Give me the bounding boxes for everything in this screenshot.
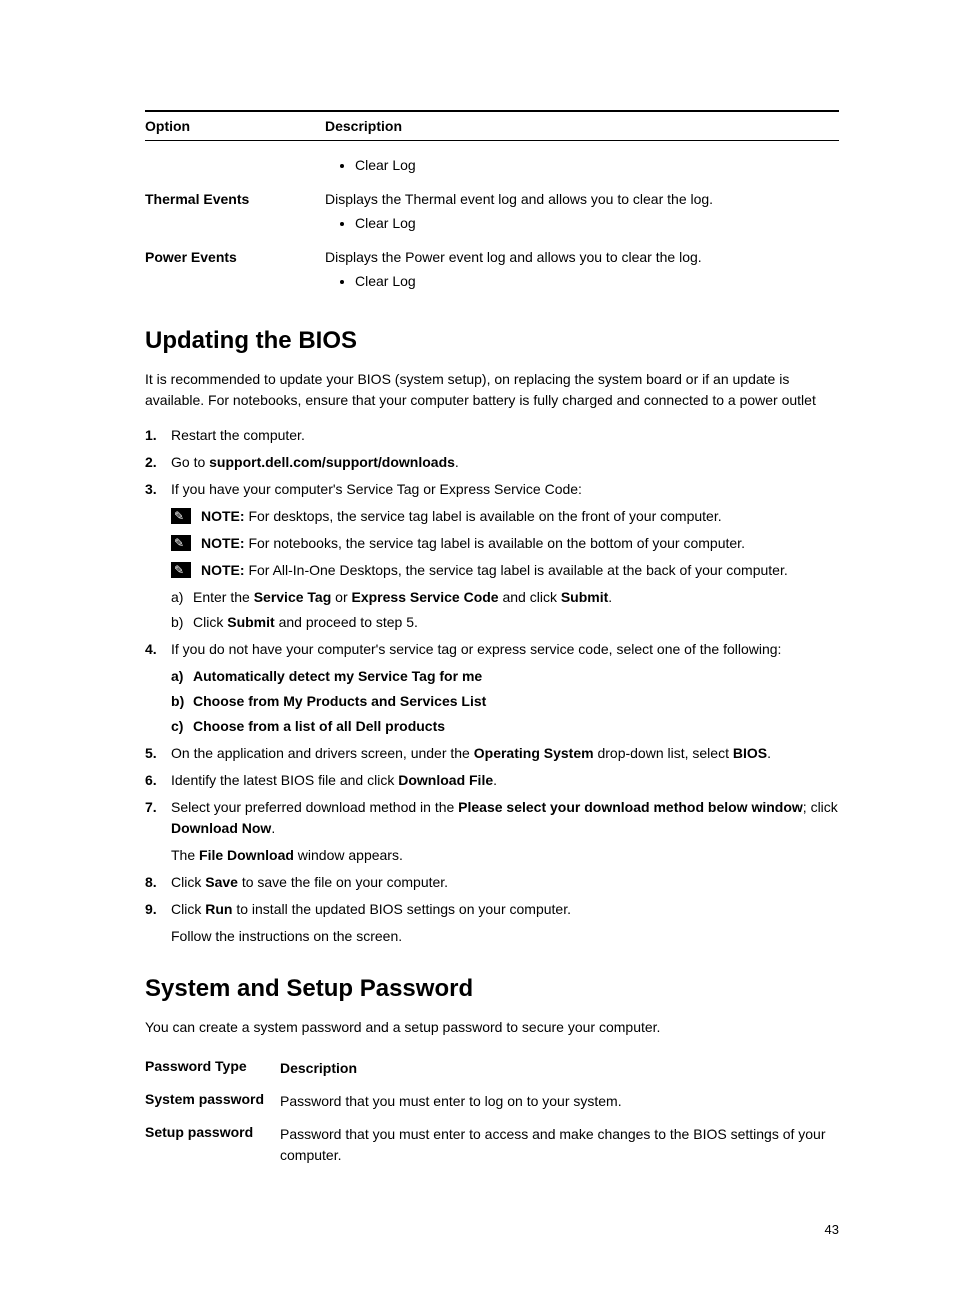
- list-item: Click Save to save the file on your comp…: [171, 872, 839, 893]
- note-icon: [171, 562, 191, 578]
- page-number: 43: [145, 1222, 839, 1237]
- list-item: Select your preferred download method in…: [171, 797, 839, 866]
- bios-steps-list: Restart the computer. Go to support.dell…: [145, 425, 839, 947]
- pwd-type: Setup password: [145, 1124, 280, 1166]
- list-item: Choose from My Products and Services Lis…: [193, 691, 839, 712]
- password-table: Password Type Description System passwor…: [145, 1052, 839, 1172]
- password-intro: You can create a system password and a s…: [145, 1017, 839, 1038]
- note-icon: [171, 535, 191, 551]
- note-block: NOTE: For desktops, the service tag labe…: [171, 506, 839, 527]
- bios-intro: It is recommended to update your BIOS (s…: [145, 369, 839, 411]
- table-header-row: Password Type Description: [145, 1052, 839, 1085]
- list-item: Go to support.dell.com/support/downloads…: [171, 452, 839, 473]
- list-item: Restart the computer.: [171, 425, 839, 446]
- list-item: On the application and drivers screen, u…: [171, 743, 839, 764]
- table-row: Clear Log: [145, 141, 839, 183]
- header-desc: Description: [280, 1058, 839, 1079]
- list-item: If you have your computer's Service Tag …: [171, 479, 839, 633]
- list-item: Enter the Service Tag or Express Service…: [193, 587, 839, 608]
- pwd-desc: Password that you must enter to access a…: [280, 1124, 839, 1166]
- header-type: Password Type: [145, 1058, 280, 1079]
- list-item: Click Submit and proceed to step 5.: [193, 612, 839, 633]
- option-desc: Displays the Thermal event log and allow…: [325, 191, 713, 207]
- option-desc: Displays the Power event log and allows …: [325, 249, 702, 265]
- option-label: Thermal Events: [145, 191, 325, 241]
- list-item: Identify the latest BIOS file and click …: [171, 770, 839, 791]
- sub-list: Enter the Service Tag or Express Service…: [171, 587, 839, 633]
- note-block: NOTE: For notebooks, the service tag lab…: [171, 533, 839, 554]
- bullet-item: Clear Log: [355, 273, 839, 289]
- pwd-desc: Password that you must enter to log on t…: [280, 1091, 839, 1112]
- password-heading: System and Setup Password: [145, 975, 839, 1003]
- list-item: If you do not have your computer's servi…: [171, 639, 839, 737]
- note-block: NOTE: For All-In-One Desktops, the servi…: [171, 560, 839, 581]
- bullet-item: Clear Log: [355, 215, 839, 231]
- document-page: Option Description Clear Log Thermal Eve…: [0, 0, 954, 1297]
- table-row: Setup password Password that you must en…: [145, 1118, 839, 1172]
- header-description: Description: [325, 118, 839, 134]
- table-row: System password Password that you must e…: [145, 1085, 839, 1118]
- bullet-list: Clear Log: [355, 157, 839, 173]
- list-item: Choose from a list of all Dell products: [193, 716, 839, 737]
- list-item: Automatically detect my Service Tag for …: [193, 666, 839, 687]
- header-option: Option: [145, 118, 325, 134]
- option-label: Power Events: [145, 249, 325, 299]
- bullet-list: Clear Log: [355, 215, 839, 231]
- bullet-item: Clear Log: [355, 157, 839, 173]
- sub-list: Automatically detect my Service Tag for …: [171, 666, 839, 737]
- bios-heading: Updating the BIOS: [145, 327, 839, 355]
- table-row: Power Events Displays the Power event lo…: [145, 241, 839, 299]
- note-icon: [171, 508, 191, 524]
- table-row: Thermal Events Displays the Thermal even…: [145, 183, 839, 241]
- list-item: Click Run to install the updated BIOS se…: [171, 899, 839, 947]
- pwd-type: System password: [145, 1091, 280, 1112]
- events-table-header: Option Description: [145, 110, 839, 141]
- bullet-list: Clear Log: [355, 273, 839, 289]
